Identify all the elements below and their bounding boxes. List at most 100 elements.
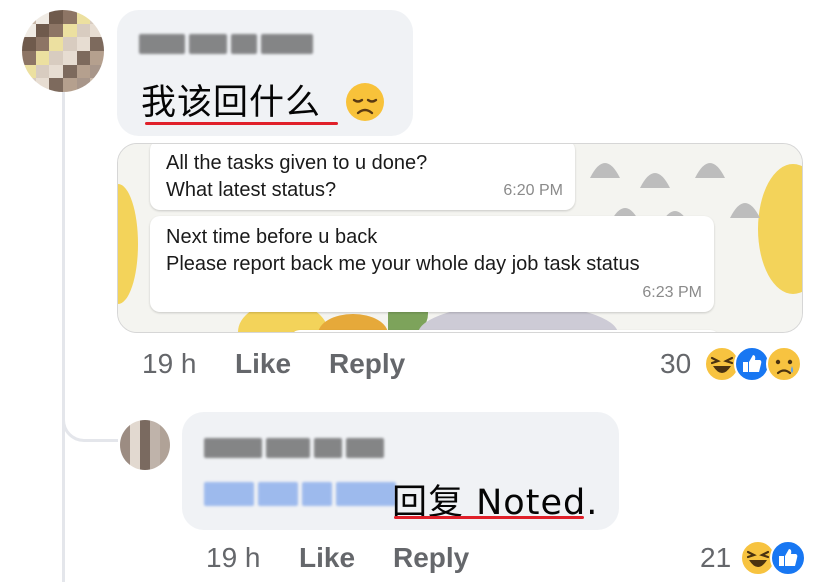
avatar-pixel (150, 430, 160, 440)
avatar-pixel (90, 78, 104, 92)
avatar-pixel (140, 430, 150, 440)
cat-silhouette-icon (695, 163, 725, 178)
avatar-pixel (49, 37, 63, 51)
like-button[interactable]: Like (235, 348, 291, 380)
avatar-pixel (130, 430, 140, 440)
author-name[interactable] (204, 438, 384, 458)
chat-message: Next time before u back Please report ba… (150, 216, 714, 312)
avatar-pixel (49, 51, 63, 65)
message-line: Please report back me your whole day job… (166, 253, 640, 275)
reaction-count[interactable]: 30 (660, 348, 691, 380)
avatar-pixel (35, 78, 50, 92)
cat-silhouette-icon (590, 163, 620, 178)
avatar-pixel (76, 51, 91, 65)
avatar-pixel (76, 37, 91, 51)
avatar-pixel (49, 10, 63, 24)
avatar-pixel (90, 64, 104, 79)
avatar-pixel (140, 460, 150, 470)
avatar-pixel (150, 460, 160, 470)
avatar-pixel (160, 450, 170, 460)
avatar-pixel (76, 10, 91, 24)
avatar[interactable] (120, 420, 170, 470)
avatar-pixel (120, 430, 130, 440)
avatar-pixel (90, 10, 104, 24)
like-button[interactable]: Like (299, 542, 355, 574)
avatar-pixel (35, 64, 50, 79)
avatar-pixel (140, 420, 150, 430)
avatar-pixel (22, 23, 36, 38)
avatar-pixel (63, 78, 77, 92)
reactions-summary[interactable] (740, 540, 806, 576)
avatar-pixel (76, 64, 91, 79)
reply-button[interactable]: Reply (393, 542, 469, 574)
sad-reaction-icon (766, 346, 802, 382)
cat-silhouette-icon (640, 173, 670, 188)
avatar-pixel (22, 37, 36, 51)
thread-line (62, 92, 65, 582)
avatar-pixel (160, 420, 170, 430)
text-underline (394, 516, 584, 519)
message-line: What latest status? (166, 179, 337, 201)
like-reaction-icon (734, 346, 770, 382)
avatar-pixel (130, 450, 140, 460)
avatar-pixel (22, 78, 36, 92)
avatar-pixel (120, 420, 130, 430)
avatar-pixel (160, 430, 170, 440)
avatar-pixel (90, 23, 104, 38)
reactions-summary[interactable] (704, 346, 804, 382)
comment-timestamp[interactable]: 19 h (142, 348, 197, 380)
attached-image[interactable]: All the tasks given to u done? What late… (117, 143, 803, 333)
avatar-pixel (140, 440, 150, 450)
chat-message: All the tasks given to u done? What late… (150, 144, 575, 210)
reply-connector (62, 396, 118, 442)
comment-bubble: 我该回什么 (117, 10, 413, 136)
avatar-pixel (49, 23, 63, 38)
avatar-pixel (120, 460, 130, 470)
message-line: All the tasks given to u done? (166, 152, 428, 174)
avatar-pixel (35, 51, 50, 65)
reply-timestamp[interactable]: 19 h (206, 542, 261, 574)
author-name[interactable] (139, 34, 313, 54)
avatar-pixel (150, 450, 160, 460)
avatar-pixel (130, 460, 140, 470)
reaction-count[interactable]: 21 (700, 542, 731, 574)
avatar-pixel (22, 64, 36, 79)
mention-tag[interactable] (204, 482, 396, 506)
avatar-pixel (76, 78, 91, 92)
message-time: 6:20 PM (503, 182, 563, 199)
avatar-pixel (35, 10, 50, 24)
like-reaction-icon (770, 540, 806, 576)
text-underline (145, 122, 338, 125)
cat-silhouette-icon (730, 203, 760, 218)
avatar-pixel (160, 460, 170, 470)
avatar-pixel (120, 440, 130, 450)
avatar-pixel (35, 37, 50, 51)
avatar-pixel (90, 51, 104, 65)
avatar-pixel (63, 10, 77, 24)
message-line: Next time before u back (166, 226, 378, 248)
reply-button[interactable]: Reply (329, 348, 405, 380)
avatar-pixel (76, 23, 91, 38)
avatar-pixel (63, 64, 77, 79)
avatar-pixel (22, 51, 36, 65)
avatar-pixel (22, 10, 36, 24)
comment-text: 我该回什么 (141, 83, 322, 123)
avatar-pixel (63, 23, 77, 38)
avatar-pixel (90, 37, 104, 51)
avatar-pixel (120, 450, 130, 460)
avatar-pixel (35, 23, 50, 38)
avatar-pixel (150, 440, 160, 450)
chat-message-edge (290, 330, 720, 332)
avatar-pixel (49, 78, 63, 92)
avatar[interactable] (22, 10, 104, 92)
disappointed-face-emoji (346, 83, 384, 121)
avatar-pixel (150, 420, 160, 430)
avatar-pixel (130, 420, 140, 430)
avatar-pixel (63, 51, 77, 65)
avatar-pixel (63, 37, 77, 51)
avatar-pixel (130, 440, 140, 450)
avatar-pixel (49, 64, 63, 79)
message-time: 6:23 PM (642, 284, 702, 301)
reply-bubble: 回复 Noted. (182, 412, 619, 530)
avatar-pixel (160, 440, 170, 450)
